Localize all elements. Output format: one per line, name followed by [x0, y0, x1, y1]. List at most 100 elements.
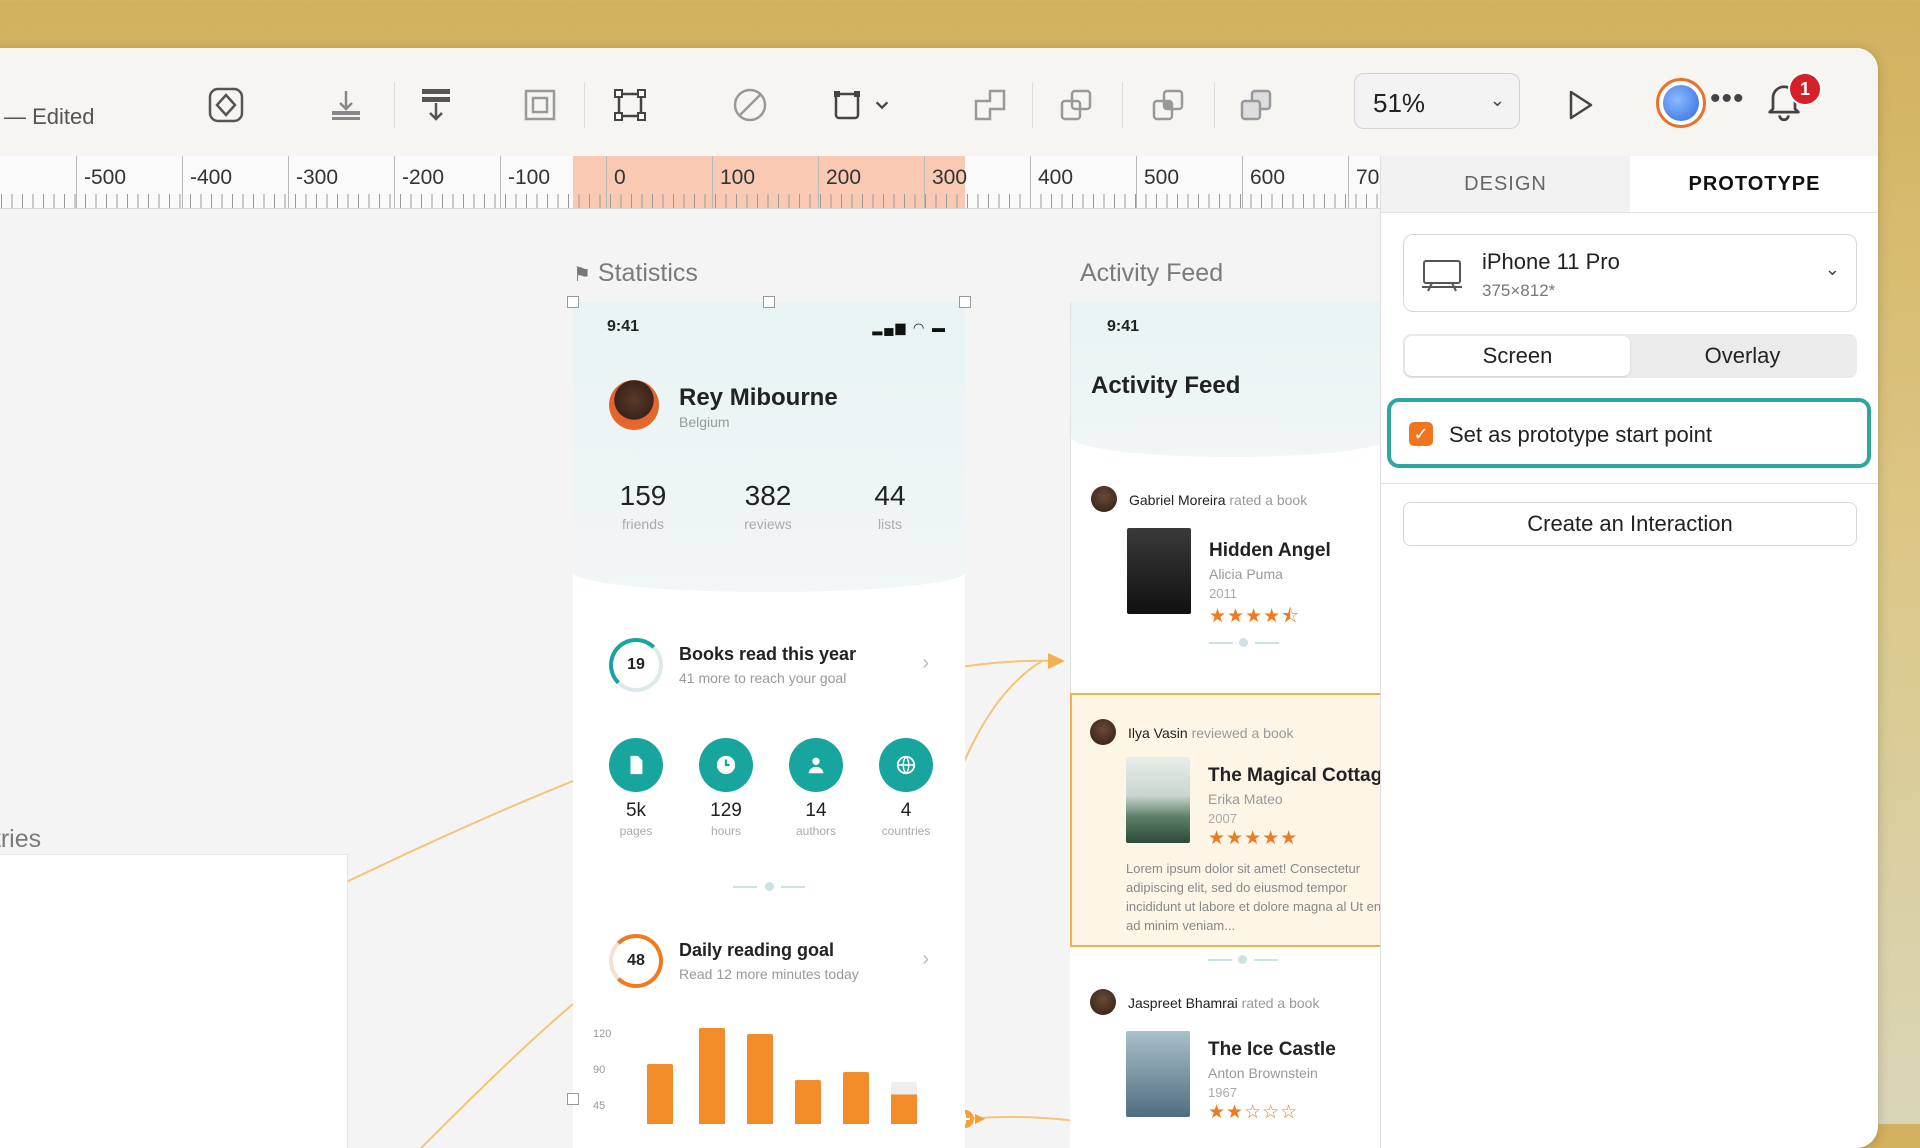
distribute-icon[interactable] — [412, 81, 460, 129]
chart-bar — [647, 1064, 673, 1124]
books-title: Books read this year — [679, 644, 857, 664]
book-title: The Magical Cottage — [1208, 765, 1380, 786]
countries-label: countries — [881, 824, 931, 838]
ruler-major-tick — [76, 156, 77, 208]
clock-icon — [699, 738, 753, 792]
selection-handle[interactable] — [567, 296, 579, 308]
resize-icon[interactable] — [826, 81, 874, 129]
profile-header-bg — [573, 302, 965, 592]
start-point-checkbox[interactable]: ✓ — [1409, 422, 1433, 446]
horizontal-ruler: 0-500-400-300-200-1000100200300400500600… — [0, 156, 1380, 209]
inspector-tabs: DESIGN PROTOTYPE — [1381, 156, 1878, 213]
books-subtitle: 41 more to reach your goal — [679, 670, 847, 686]
toolbar-separator — [584, 82, 585, 128]
chevron-down-icon: ⌄ — [1489, 90, 1505, 110]
feed-item-header: Jaspreet Bhamrai rated a book — [1128, 995, 1320, 1011]
avatar — [1090, 989, 1116, 1015]
artboard-label-activity-feed[interactable]: Activity Feed — [1080, 259, 1223, 288]
chart-bar — [843, 1072, 869, 1124]
frame-select-icon[interactable] — [606, 81, 654, 129]
chart-bar — [891, 1082, 917, 1124]
toolbar-separator — [1032, 82, 1033, 128]
more-icon[interactable]: ••• — [1710, 84, 1745, 114]
play-icon[interactable] — [1556, 81, 1604, 129]
toolbar-separator — [1214, 82, 1215, 128]
toolbar-separator — [394, 82, 395, 128]
stat-lists-label: lists — [877, 516, 903, 532]
app-window: — Edited 51% ⌄ ••• 1 -500 -400 -300 -200… — [0, 48, 1878, 1148]
chart-bar — [747, 1034, 773, 1124]
ruler-major-tick — [924, 156, 925, 208]
screen-overlay-toggle: Screen Overlay — [1403, 334, 1857, 378]
start-point-label: Set as prototype start point — [1449, 422, 1712, 447]
artboard-statistics[interactable]: 9:41 ▂▄▆ ◠ ▬ Rey Mibourne Belgium 159 fr… — [573, 302, 965, 1148]
rating-stars: ★★☆☆☆ — [1208, 1102, 1299, 1123]
ruler-major-tick — [500, 156, 501, 208]
device-size: 375×812* — [1482, 281, 1556, 300]
device-icon — [1420, 255, 1464, 300]
rating-stars: ★★★★★ — [1208, 828, 1299, 849]
ruler-label: 700 — [1356, 166, 1380, 189]
ruler-major-tick — [818, 156, 819, 208]
ruler-major-tick — [1030, 156, 1031, 208]
ruler-major-tick — [288, 156, 289, 208]
ruler-label: -100 — [508, 166, 551, 189]
pages-label: pages — [619, 824, 653, 838]
device-select[interactable]: iPhone 11 Pro 375×812* ⌄ — [1403, 234, 1857, 312]
union-icon[interactable] — [966, 81, 1014, 129]
pager-dot — [1238, 955, 1247, 964]
chevron-right-icon[interactable]: › — [922, 652, 929, 675]
selection-handle[interactable] — [763, 296, 775, 308]
intersect-icon[interactable] — [1144, 81, 1192, 129]
user-avatar[interactable] — [1656, 78, 1706, 128]
chevron-right-icon[interactable]: › — [922, 948, 929, 971]
status-time: 9:41 — [607, 318, 640, 335]
tab-design[interactable]: DESIGN — [1381, 156, 1630, 212]
ruler-label: -400 — [190, 166, 233, 189]
feed-item-selected[interactable]: Ilya Vasin reviewed a book The Magical C… — [1070, 693, 1380, 947]
mask-icon[interactable] — [726, 81, 774, 129]
chart-axis-label: 120 — [593, 1028, 612, 1040]
pager-line — [733, 886, 757, 888]
toolbar-separator — [1122, 82, 1123, 128]
stat-lists-value: 44 — [874, 480, 906, 511]
selection-handle[interactable] — [959, 296, 971, 308]
avatar — [1091, 486, 1117, 512]
symbol-icon[interactable] — [202, 81, 250, 129]
countries-value: 4 — [900, 800, 912, 821]
flag-icon: ⚑ — [573, 264, 591, 286]
segment-screen[interactable]: Screen — [1405, 336, 1630, 376]
pages-value: 5k — [625, 800, 647, 821]
subtract-icon[interactable] — [1052, 81, 1100, 129]
feed-item[interactable]: Jaspreet Bhamrai rated a book The Ice Ca… — [1070, 947, 1380, 1148]
artboard-label-countries[interactable]: ntries — [0, 825, 41, 854]
artboard-countries[interactable] — [0, 854, 348, 1148]
align-bottom-icon[interactable] — [322, 81, 370, 129]
ruler-label: 400 — [1038, 166, 1074, 189]
profile-country: Belgium — [679, 414, 730, 430]
selection-handle[interactable] — [567, 1093, 579, 1105]
canvas[interactable]: ⚑ Statistics Activity Feed ntries 9:41 ▂… — [0, 209, 1380, 1148]
create-interaction-button[interactable]: Create an Interaction — [1403, 502, 1857, 546]
ruler-major-tick — [394, 156, 395, 208]
feed-item-header: Ilya Vasin reviewed a book — [1128, 725, 1294, 741]
zoom-select[interactable]: 51% ⌄ — [1354, 73, 1520, 129]
goal-title: Daily reading goal — [679, 940, 835, 960]
tab-prototype[interactable]: PROTOTYPE — [1630, 156, 1878, 212]
book-cover — [1126, 757, 1190, 843]
prototype-start-point-option[interactable]: ✓ Set as prototype start point — [1387, 398, 1871, 468]
ruler-minor-ticks — [0, 194, 1380, 208]
artboard-label-statistics[interactable]: ⚑ Statistics — [573, 259, 698, 288]
ruler-label: 500 — [1144, 166, 1180, 189]
profile-name: Rey Mibourne — [679, 384, 838, 411]
book-author: Alicia Puma — [1209, 566, 1283, 582]
difference-icon[interactable] — [1232, 81, 1280, 129]
review-text: Lorem ipsum dolor sit amet! Consectetur … — [1126, 861, 1380, 933]
book-title: The Ice Castle — [1208, 1039, 1336, 1060]
group-icon[interactable] — [516, 81, 564, 129]
segment-overlay[interactable]: Overlay — [1630, 336, 1855, 376]
status-time: 9:41 — [1107, 318, 1140, 335]
stat-reviews-label: reviews — [744, 516, 792, 532]
book-year: 1967 — [1208, 1085, 1237, 1100]
chevron-down-icon[interactable] — [868, 81, 896, 129]
